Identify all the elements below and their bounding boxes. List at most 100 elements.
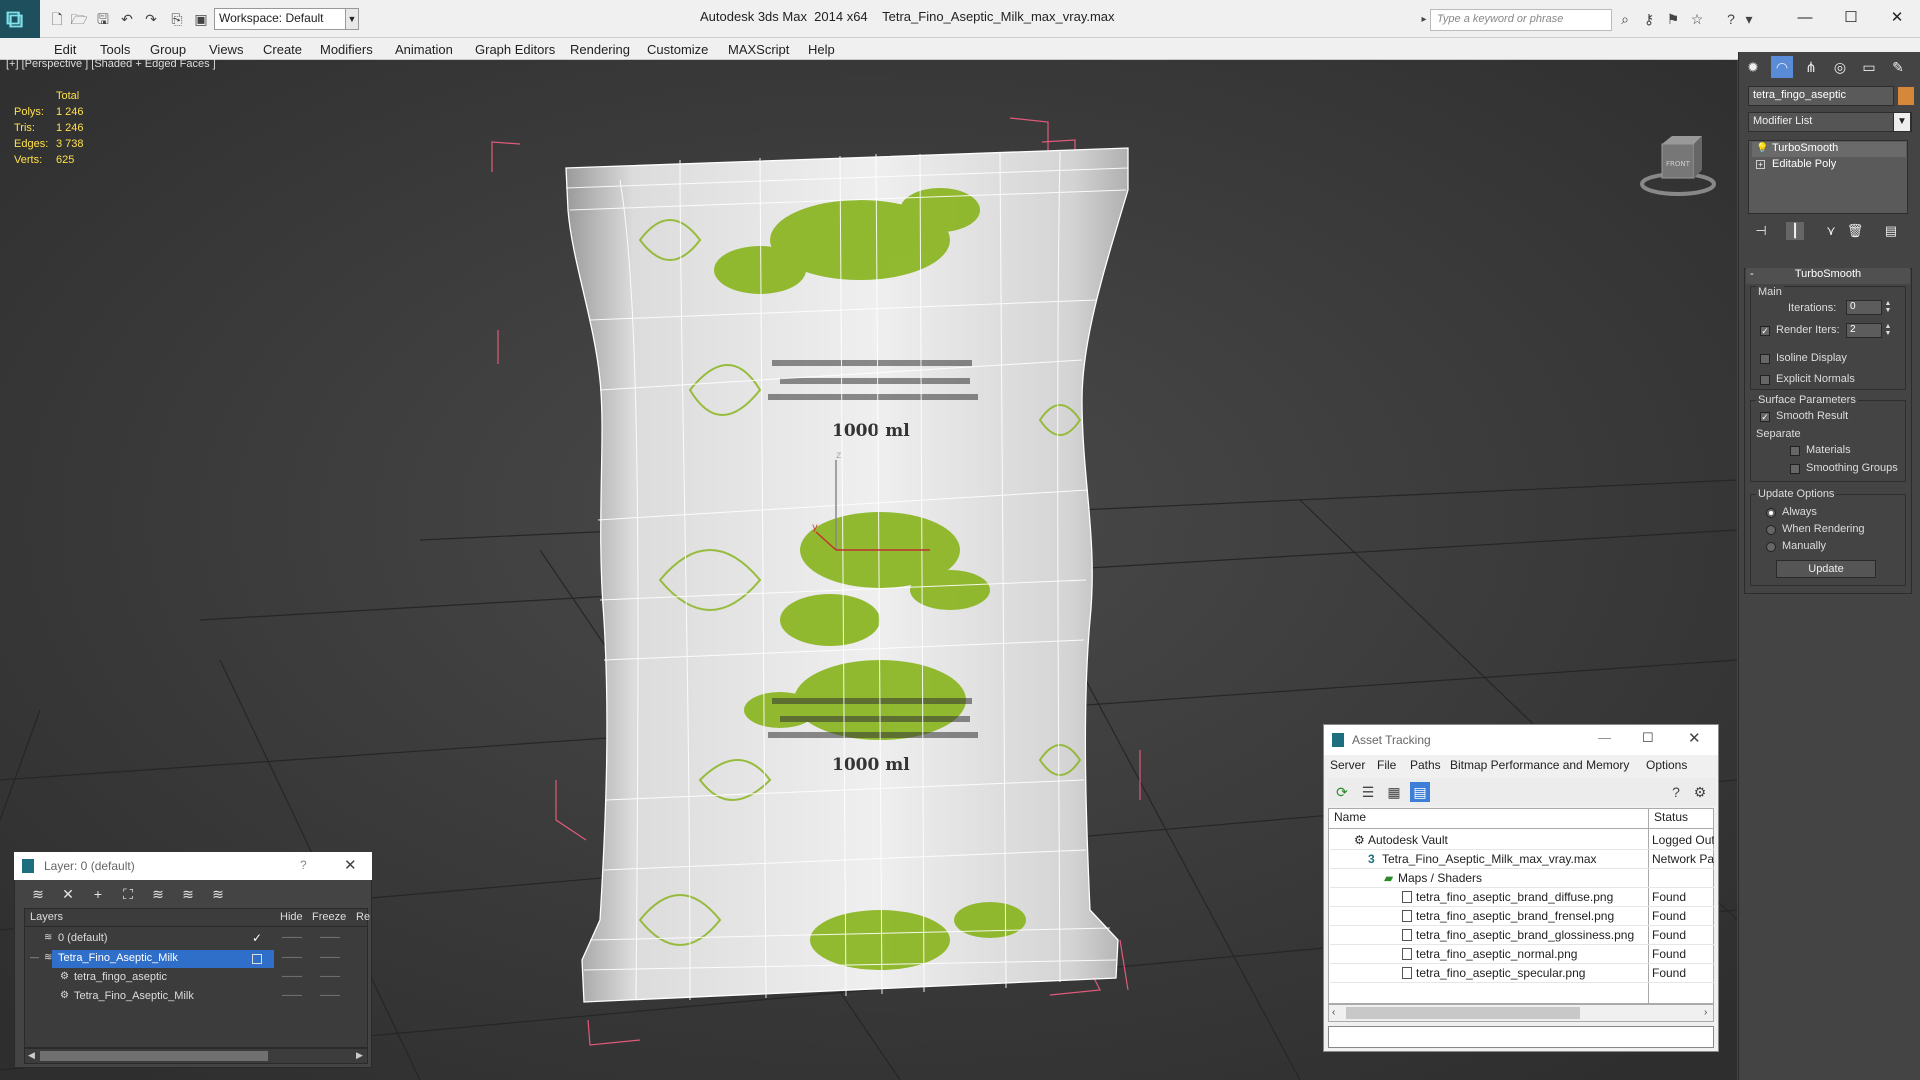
modify-tab-icon[interactable]: ◠ [1771, 56, 1793, 78]
lightbulb-icon[interactable]: 💡 [1756, 143, 1768, 154]
col-freeze[interactable]: Freeze [312, 911, 346, 923]
object-name-field[interactable]: tetra_fingo_aseptic [1748, 86, 1894, 106]
update-button[interactable]: Update [1776, 560, 1876, 578]
menu-bitmap-performance[interactable]: Bitmap Performance and Memory [1450, 758, 1629, 772]
close-button[interactable]: ✕ [1688, 729, 1701, 747]
chevron-down-icon[interactable]: ▼ [1893, 112, 1911, 132]
project-folder-icon[interactable]: ▣ [192, 10, 210, 28]
menu-create[interactable]: Create [263, 42, 302, 57]
freeze-toggle[interactable]: —— [320, 932, 340, 943]
thumbnail-view-icon[interactable]: ▦ [1384, 782, 1404, 802]
search-input[interactable]: Type a keyword or phrase [1430, 9, 1612, 31]
scroll-right-icon[interactable]: › [1704, 1007, 1707, 1018]
render-iters-spinner[interactable]: 2 [1846, 323, 1882, 338]
spinner-arrows-icon[interactable]: ▲ ▼ [1883, 323, 1893, 338]
stack-item-editable-poly[interactable]: Editable Poly [1752, 158, 1906, 173]
table-view-icon[interactable]: ▤ [1410, 782, 1430, 802]
asset-row[interactable]: 3 Tetra_Fino_Aseptic_Milk_max_vray.max N… [1330, 850, 1714, 869]
help-icon[interactable]: ? [1722, 10, 1740, 28]
hide-all-layers-icon[interactable]: ≋ [178, 885, 198, 903]
expand-plus-icon[interactable]: + [1756, 160, 1765, 169]
help-button[interactable]: ? [300, 858, 307, 872]
new-file-icon[interactable]: 🗋 [48, 10, 66, 28]
menu-group[interactable]: Group [150, 42, 186, 57]
menu-maxscript[interactable]: MAXScript [728, 42, 789, 57]
asset-row[interactable]: ▰ Maps / Shaders [1330, 869, 1714, 888]
minimize-button[interactable]: — [1598, 730, 1611, 745]
menu-animation[interactable]: Animation [395, 42, 453, 57]
asset-row[interactable]: ⚙ Autodesk Vault Logged Out [1330, 831, 1714, 850]
settings-icon[interactable]: ⚙ [1690, 782, 1710, 802]
menu-file[interactable]: File [1377, 758, 1396, 772]
menu-modifiers[interactable]: Modifiers [320, 42, 373, 57]
asset-tracking-titlebar[interactable]: Asset Tracking — ☐ ✕ [1324, 725, 1718, 755]
menu-graph-editors[interactable]: Graph Editors [475, 42, 555, 57]
redo-icon[interactable]: ↷ [142, 10, 160, 28]
asset-row[interactable]: tetra_fino_aseptic_normal.png Found [1330, 945, 1714, 964]
list-view-icon[interactable]: ☰ [1358, 782, 1378, 802]
render-iters-checkbox[interactable]: ✓ [1760, 326, 1770, 336]
minimize-button[interactable]: — [1782, 4, 1828, 32]
display-tab-icon[interactable]: ▭ [1858, 56, 1880, 78]
maximize-button[interactable]: ☐ [1828, 4, 1874, 32]
layer-row[interactable]: ⚙ tetra_fingo_aseptic —— —— [26, 969, 366, 987]
layer-row[interactable]: ⚙ Tetra_Fino_Aseptic_Milk —— —— [26, 988, 366, 1006]
create-tab-icon[interactable]: ✹ [1742, 56, 1764, 78]
freeze-all-layers-icon[interactable]: ≋ [208, 885, 228, 903]
make-unique-icon[interactable]: ⋎ [1822, 222, 1840, 240]
hold-icon[interactable]: ⎘ [168, 10, 186, 28]
menu-views[interactable]: Views [209, 42, 243, 57]
create-layer-icon[interactable]: ≋ [28, 885, 48, 903]
asset-path-field[interactable] [1328, 1026, 1714, 1048]
pin-stack-icon[interactable]: ⊣ [1752, 222, 1770, 240]
isoline-display-checkbox[interactable] [1760, 354, 1770, 364]
materials-checkbox[interactable] [1790, 446, 1800, 456]
layer-dialog-titlebar[interactable]: Layer: 0 (default) ? ✕ [14, 852, 372, 880]
menu-paths[interactable]: Paths [1410, 758, 1441, 772]
workspace-select[interactable]: Workspace: Default [214, 8, 346, 30]
open-file-icon[interactable]: 🗁 [70, 10, 88, 28]
undo-icon[interactable]: ↶ [118, 10, 136, 28]
binoculars-icon[interactable]: ⌕ [1616, 10, 1634, 28]
expand-arrow-icon[interactable]: ▸ [1418, 9, 1430, 31]
explicit-normals-checkbox[interactable] [1760, 375, 1770, 385]
communication-icon[interactable]: ⚑ [1664, 10, 1682, 28]
scroll-right-icon[interactable]: ▶ [356, 1050, 363, 1061]
asset-row[interactable]: tetra_fino_aseptic_brand_diffuse.png Fou… [1330, 888, 1714, 907]
collapse-icon[interactable]: — [30, 952, 39, 962]
viewport-label[interactable]: [+] [Perspective ] [Shaded + Edged Faces… [6, 58, 216, 70]
help-icon[interactable]: ? [1666, 782, 1686, 802]
freeze-toggle[interactable]: —— [320, 990, 340, 1001]
save-icon[interactable]: 🖫 [94, 10, 112, 28]
add-to-layer-icon[interactable]: + [88, 885, 108, 903]
spinner-arrows-icon[interactable]: ▲ ▼ [1883, 300, 1893, 315]
utilities-tab-icon[interactable]: ✎ [1887, 56, 1909, 78]
always-radio[interactable] [1766, 508, 1776, 518]
close-button[interactable]: ✕ [1874, 4, 1920, 32]
freeze-toggle[interactable]: —— [320, 952, 340, 963]
col-render[interactable]: Re [356, 911, 370, 923]
col-name[interactable]: Name [1334, 810, 1366, 824]
scrollbar-thumb[interactable] [40, 1051, 268, 1061]
highlight-layer-icon[interactable]: ≋ [148, 885, 168, 903]
scrollbar-thumb[interactable] [1346, 1007, 1580, 1019]
layer-row[interactable]: ≋ 0 (default) ✓ —— —— [26, 930, 366, 948]
smoothing-groups-checkbox[interactable] [1790, 464, 1800, 474]
iterations-spinner[interactable]: 0 [1846, 300, 1882, 315]
show-end-result-icon[interactable]: ┃ [1786, 222, 1804, 240]
app-menu-button[interactable]: ⧉ [0, 0, 40, 42]
make-current-box[interactable] [252, 954, 262, 964]
layer-row[interactable]: — ≋ Tetra_Fino_Aseptic_Milk —— —— [26, 950, 366, 968]
subscription-icon[interactable]: ⚷ [1640, 10, 1658, 28]
motion-tab-icon[interactable]: ◎ [1829, 56, 1851, 78]
hierarchy-tab-icon[interactable]: ⋔ [1800, 56, 1822, 78]
favorites-star-icon[interactable]: ☆ [1688, 10, 1706, 28]
smooth-result-checkbox[interactable]: ✓ [1760, 412, 1770, 422]
scroll-left-icon[interactable]: ◀ [28, 1050, 35, 1061]
menu-rendering[interactable]: Rendering [570, 42, 630, 57]
when-rendering-radio[interactable] [1766, 525, 1776, 535]
menu-edit[interactable]: Edit [54, 42, 76, 57]
select-in-layer-icon[interactable]: ⛶ [118, 885, 138, 903]
stack-item-turbosmooth[interactable]: TurboSmooth [1752, 142, 1906, 157]
current-layer-check-icon[interactable]: ✓ [252, 931, 262, 945]
